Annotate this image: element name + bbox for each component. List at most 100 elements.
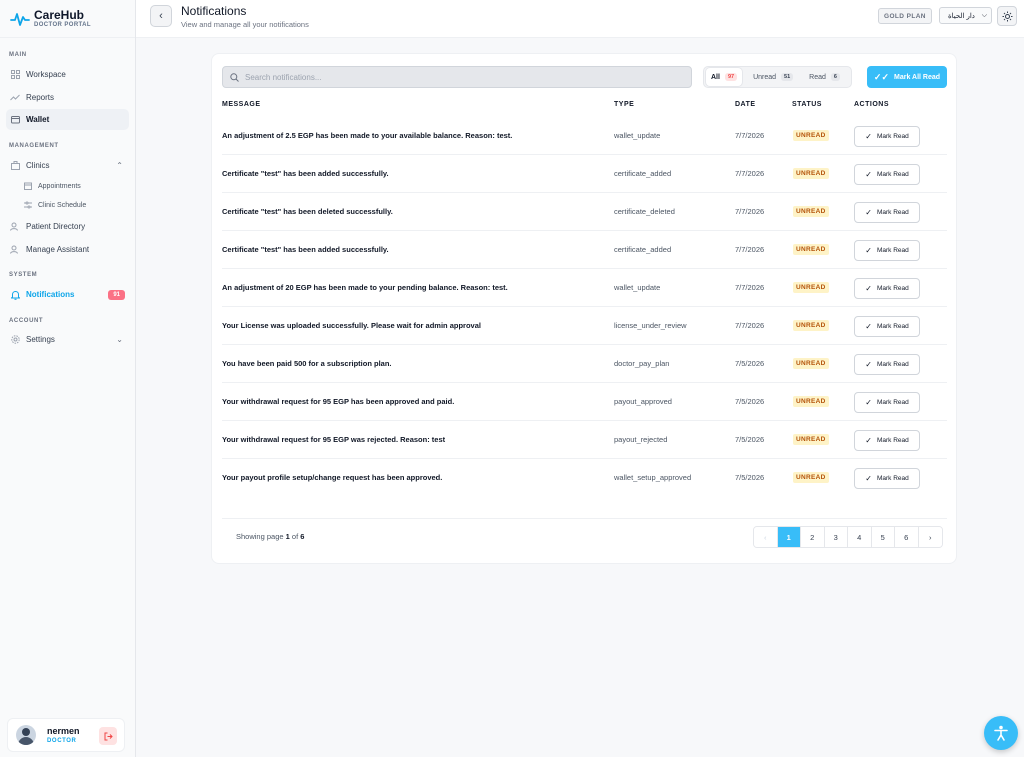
filter-tab-read[interactable]: Read 6 (804, 68, 845, 86)
logout-button[interactable] (99, 727, 117, 745)
page-button-2[interactable]: 2 (801, 527, 825, 547)
notification-message: Your payout profile setup/change request… (222, 473, 443, 482)
page-button-4[interactable]: 4 (848, 527, 872, 547)
search-icon (230, 72, 239, 82)
check-icon: ✓ (865, 360, 872, 369)
status-badge: UNREAD (793, 168, 829, 179)
status-badge: UNREAD (793, 472, 829, 483)
search-box[interactable] (222, 66, 692, 88)
notification-type: doctor_pay_plan (614, 359, 670, 368)
page-button-3[interactable]: 3 (824, 527, 848, 547)
page-button-5[interactable]: 5 (871, 527, 895, 547)
section-title-account: ACCOUNT (9, 318, 44, 324)
pagination: ‹ 1 2 3 4 5 6 › (753, 526, 943, 548)
sidebar-item-workspace[interactable]: Workspace (6, 64, 129, 85)
notification-date: 7/5/2026 (735, 435, 765, 444)
next-page-button[interactable]: › (918, 527, 942, 547)
status-badge: UNREAD (793, 434, 829, 445)
mark-read-label: Mark Read (876, 133, 909, 140)
page-button-6[interactable]: 6 (895, 527, 919, 547)
mark-read-button[interactable]: ✓ Mark Read (854, 240, 920, 261)
table-row: Your withdrawal request for 95 EGP has b… (222, 383, 947, 421)
gear-icon (10, 335, 20, 345)
filter-tabs: All 97 Unread 51 Read 6 (703, 66, 852, 88)
plan-badge: GOLD PLAN (878, 8, 932, 24)
column-header-message: MESSAGE (222, 101, 261, 108)
sidebar-item-label: Wallet (26, 115, 50, 124)
sidebar-item-appointments[interactable]: Appointments (24, 178, 124, 194)
sidebar-item-label: Workspace (26, 70, 66, 79)
mark-read-button[interactable]: ✓ Mark Read (854, 202, 920, 223)
prev-page-button[interactable]: ‹ (754, 527, 778, 547)
language-select[interactable]: دار الحياة ⌵ (939, 7, 992, 24)
check-icon: ✓ (865, 284, 872, 293)
user-name: nermen (47, 726, 80, 736)
mark-read-button[interactable]: ✓ Mark Read (854, 354, 920, 375)
accessibility-button[interactable] (984, 716, 1018, 750)
sidebar-item-manage-assistant[interactable]: Manage Assistant (6, 239, 129, 260)
users-icon (10, 222, 20, 232)
check-icon: ✓ (865, 246, 872, 255)
table-row: An adjustment of 20 EGP has been made to… (222, 269, 947, 307)
column-header-actions: ACTIONS (854, 101, 889, 108)
sidebar-item-settings[interactable]: Settings ⌄ (6, 329, 129, 350)
mark-read-button[interactable]: ✓ Mark Read (854, 164, 920, 185)
user-card[interactable]: nermen DOCTOR (7, 718, 125, 752)
page-button-1[interactable]: 1 (777, 527, 801, 547)
pagination-total: 6 (300, 532, 305, 541)
section-title-management: MANAGEMENT (9, 143, 59, 149)
sidebar-item-clinic-schedule[interactable]: Clinic Schedule (24, 197, 124, 213)
status-badge: UNREAD (793, 244, 829, 255)
sidebar-item-notifications[interactable]: Notifications 91 (6, 284, 129, 305)
notification-type: wallet_setup_approved (614, 473, 692, 482)
chevron-down-icon: ⌵ (981, 11, 987, 19)
check-icon: ✓ (865, 474, 872, 483)
mark-read-button[interactable]: ✓ Mark Read (854, 430, 920, 451)
mark-read-label: Mark Read (876, 323, 909, 330)
notification-type: wallet_update (614, 283, 661, 292)
mark-read-label: Mark Read (876, 247, 909, 254)
notification-message: Your withdrawal request for 95 EGP has b… (222, 397, 455, 406)
mark-read-label: Mark Read (876, 475, 909, 482)
sidebar-item-reports[interactable]: Reports (6, 87, 129, 108)
brand[interactable]: CareHub DOCTOR PORTAL (0, 0, 135, 38)
calendar-icon (24, 182, 32, 190)
check-icon: ✓ (865, 436, 872, 445)
filter-tab-unread[interactable]: Unread 51 (748, 68, 798, 86)
sidebar-item-patient-directory[interactable]: Patient Directory (6, 216, 129, 237)
chevron-left-icon: ‹ (764, 532, 767, 542)
notifications-card: All 97 Unread 51 Read 6 ✓✓ Mark All Read… (211, 53, 957, 564)
back-button[interactable]: ‹ (150, 5, 172, 27)
user-role: DOCTOR (47, 738, 77, 744)
theme-toggle-button[interactable] (997, 6, 1017, 26)
mark-read-label: Mark Read (876, 171, 909, 178)
pagination-summary: Showing page 1 of 6 (236, 532, 304, 541)
table-row: An adjustment of 2.5 EGP has been made t… (222, 117, 947, 155)
mark-read-label: Mark Read (876, 361, 909, 368)
notification-message: An adjustment of 2.5 EGP has been made t… (222, 131, 513, 140)
notification-message: Certificate "test" has been added succes… (222, 169, 389, 178)
filter-tab-all[interactable]: All 97 (706, 68, 743, 86)
chevron-down-icon: ⌄ (116, 335, 123, 344)
mark-read-button[interactable]: ✓ Mark Read (854, 278, 920, 299)
notification-date: 7/7/2026 (735, 207, 765, 216)
table-row: Certificate "test" has been added succes… (222, 231, 947, 269)
mark-read-label: Mark Read (876, 399, 909, 406)
check-icon: ✓ (865, 398, 872, 407)
sidebar-item-clinics[interactable]: Clinics ⌃ (6, 155, 129, 176)
mark-read-button[interactable]: ✓ Mark Read (854, 392, 920, 413)
status-badge: UNREAD (793, 130, 829, 141)
grid-icon (10, 70, 20, 80)
search-input[interactable] (245, 72, 665, 82)
table-row: Certificate "test" has been deleted succ… (222, 193, 947, 231)
brand-subtitle: DOCTOR PORTAL (34, 22, 91, 28)
chevron-right-icon: › (929, 532, 932, 542)
mark-all-read-button[interactable]: ✓✓ Mark All Read (867, 66, 947, 88)
mark-read-button[interactable]: ✓ Mark Read (854, 316, 920, 337)
sidebar-item-wallet[interactable]: Wallet (6, 109, 129, 130)
table-row: You have been paid 500 for a subscriptio… (222, 345, 947, 383)
check-icon: ✓ (865, 132, 872, 141)
mark-read-button[interactable]: ✓ Mark Read (854, 468, 920, 489)
notification-message: Your withdrawal request for 95 EGP was r… (222, 435, 446, 444)
mark-read-button[interactable]: ✓ Mark Read (854, 126, 920, 147)
